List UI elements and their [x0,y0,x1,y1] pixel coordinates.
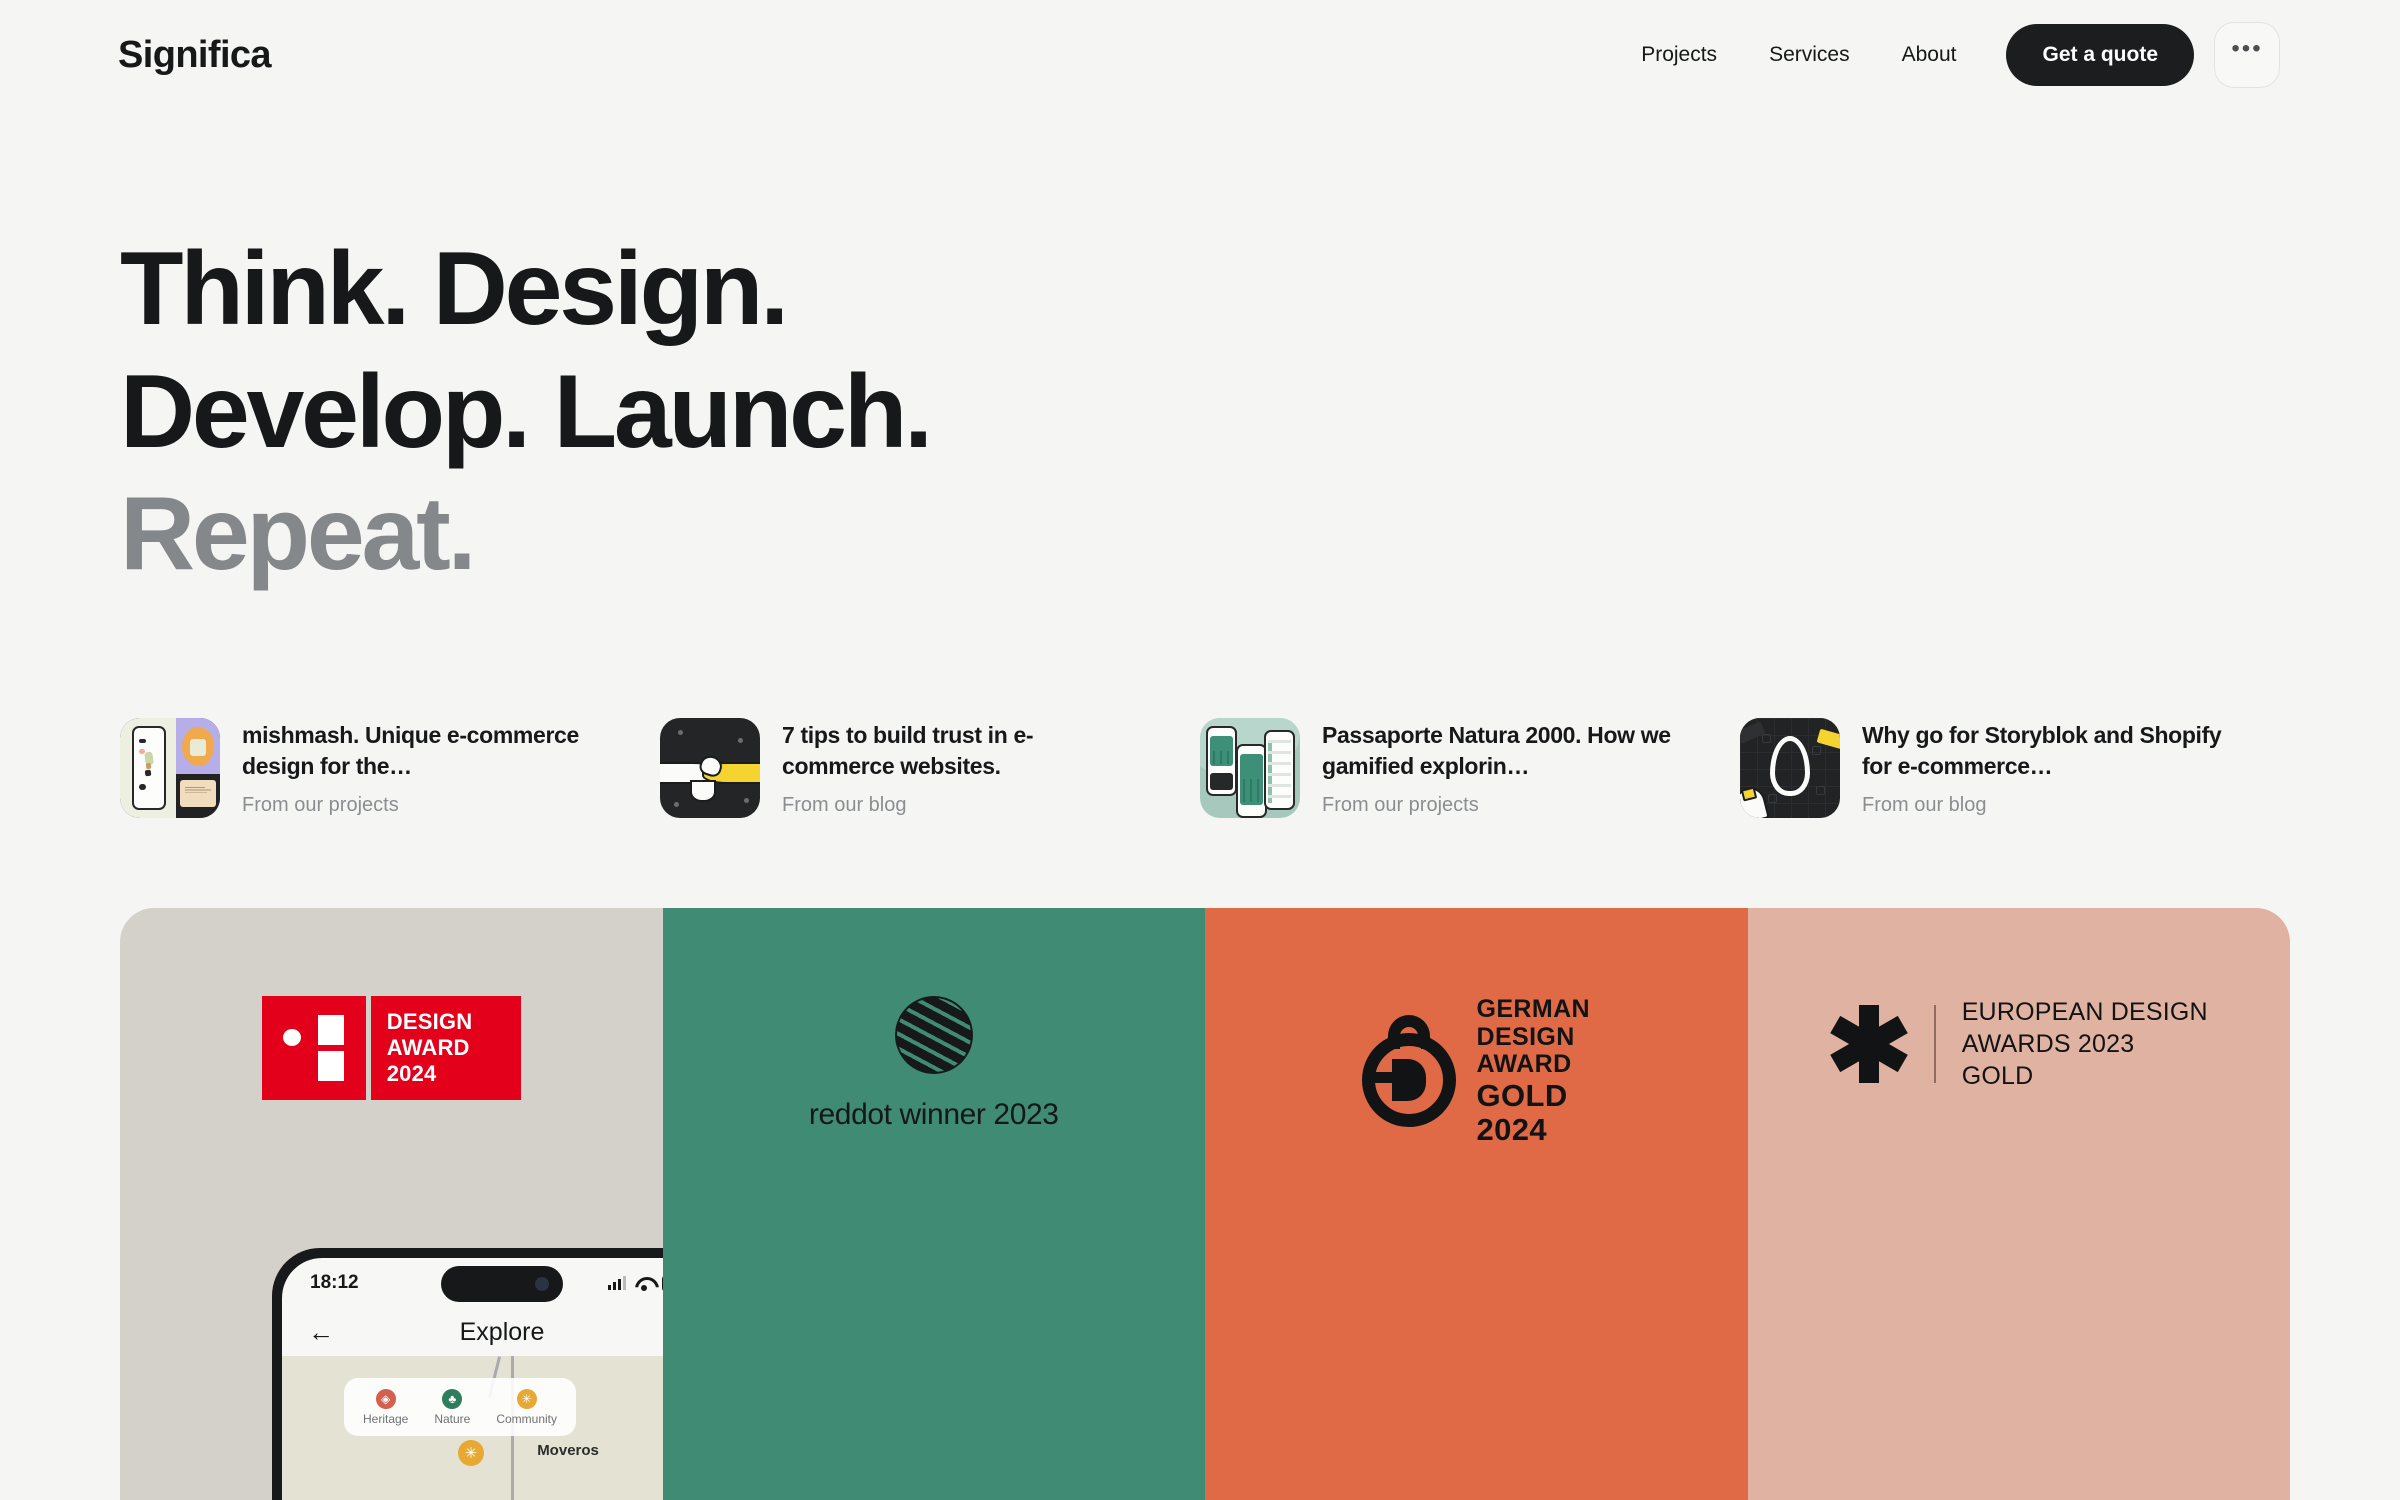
chip-label: Community [496,1411,557,1426]
heritage-icon: ◈ [375,1388,396,1409]
nav-link-projects[interactable]: Projects [1615,43,1743,67]
reddot-award-badge: reddot winner 2023 [663,996,1206,1132]
explore-screen-title: Explore [459,1317,545,1346]
phone-status-time: 18:12 [310,1272,359,1293]
passaporte-natura-thumbnail [1200,718,1300,818]
map-place-label: Moveros [537,1442,599,1459]
wifi-icon [635,1277,653,1291]
nav-link-services[interactable]: Services [1743,43,1876,67]
card-source: From our projects [242,794,399,817]
hero-heading: Think. Design. Develop. Launch. Repeat. [120,228,1620,596]
main-navigation: Projects Services About Get a quote ••• [1615,22,2280,88]
german-design-award-badge: GERMAN DESIGN AWARD GOLD 2024 [1205,995,1748,1147]
featured-card[interactable]: 7 tips to build trust in e-commerce webs… [660,718,1200,818]
card-title: 7 tips to build trust in e-commerce webs… [782,722,1034,779]
if-design-award-badge: DESIGN AWARD 2024 [120,996,663,1100]
card-title: Passaporte Natura 2000. How we gamified … [1322,722,1671,779]
get-a-quote-button[interactable]: Get a quote [2006,24,2194,86]
site-header: Significa Projects Services About Get a … [0,0,2400,110]
gda-line-4: GOLD [1476,1077,1568,1113]
featured-card[interactable]: Passaporte Natura 2000. How we gamified … [1200,718,1740,818]
storyblok-shopify-thumbnail [1740,718,1840,818]
if-logo-icon [261,996,366,1100]
european-design-awards-badge: EUROPEAN DESIGN AWARDS 2023 GOLD [1748,996,2291,1092]
award-panel-european-design[interactable]: EUROPEAN DESIGN AWARDS 2023 GOLD 9:41 [1747,908,2291,1500]
chip-label: Heritage [362,1411,409,1426]
filter-chip-community[interactable]: ✳ Community [496,1388,557,1426]
german-design-award-icon [1362,1015,1457,1128]
logo[interactable]: Significa [118,36,272,74]
nav-link-about[interactable]: About [1876,43,1983,67]
eda-line-3: GOLD [1961,1062,2034,1090]
nature-icon: ♣ [442,1388,463,1409]
dynamic-island [441,1266,563,1302]
award-panel-german-design[interactable]: GERMAN DESIGN AWARD GOLD 2024 Zoko VIEW … [1205,908,1748,1500]
award-panel-if-design[interactable]: DESIGN AWARD 2024 18:12 73 [120,908,663,1500]
hero-line-3: Repeat. [120,476,476,593]
hero-line-2: Develop. Launch. [120,353,933,470]
divider [1933,1005,1936,1083]
explore-phone-mockup: 18:12 73 ← Explore [272,1248,663,1500]
reddot-label: reddot winner 2023 [808,1098,1059,1131]
chip-label: Nature [434,1411,471,1426]
cellular-signal-icon [608,1276,626,1290]
awards-showcase: DESIGN AWARD 2024 18:12 73 [120,908,2290,1500]
landing-page: Significa Projects Services About Get a … [0,0,2400,1500]
mishmash-thumbnail [120,718,220,818]
reddot-sphere-icon [894,996,973,1074]
gda-line-3: AWARD [1476,1050,1572,1078]
community-icon: ✳ [516,1388,537,1409]
map-filter-chips: ◈ Heritage ♣ Nature ✳ Community [344,1378,576,1436]
map-canvas[interactable]: ◈ Heritage ♣ Nature ✳ Community ✳ Movero… [282,1356,663,1500]
card-source: From our blog [782,794,907,817]
asterisk-icon [1829,1005,1908,1083]
if-line-2: AWARD [386,1035,470,1061]
award-panel-reddot[interactable]: reddot winner 2023 9:41 Mon Jun 3 Dine i… [662,908,1206,1500]
map-pin-icon[interactable]: ✳ [458,1440,484,1466]
eda-line-2: AWARDS 2023 [1961,1030,2135,1058]
gda-line-5: 2024 [1476,1111,1548,1147]
card-source: From our blog [1862,794,1987,817]
filter-chip-heritage[interactable]: ◈ Heritage [362,1388,409,1426]
handshake-thumbnail [660,718,760,818]
featured-card[interactable]: mishmash. Unique e-commerce design for t… [120,718,660,818]
hero-line-1: Think. Design. [120,231,789,347]
gda-line-1: GERMAN [1476,995,1590,1023]
featured-card[interactable]: Why go for Storyblok and Shopify for e-c… [1740,718,2280,818]
featured-cards: mishmash. Unique e-commerce design for t… [120,718,2280,818]
if-line-3: 2024 [386,1060,437,1086]
card-title: mishmash. Unique e-commerce design for t… [242,722,579,779]
more-menu-icon[interactable]: ••• [2214,22,2280,88]
card-title: Why go for Storyblok and Shopify for e-c… [1862,722,2222,779]
if-line-1: DESIGN [386,1009,473,1035]
eda-line-1: EUROPEAN DESIGN [1961,998,2208,1026]
filter-chip-nature[interactable]: ♣ Nature [434,1388,471,1426]
card-source: From our projects [1322,794,1479,817]
gda-line-2: DESIGN [1476,1022,1575,1051]
back-arrow-icon[interactable]: ← [308,1319,334,1345]
